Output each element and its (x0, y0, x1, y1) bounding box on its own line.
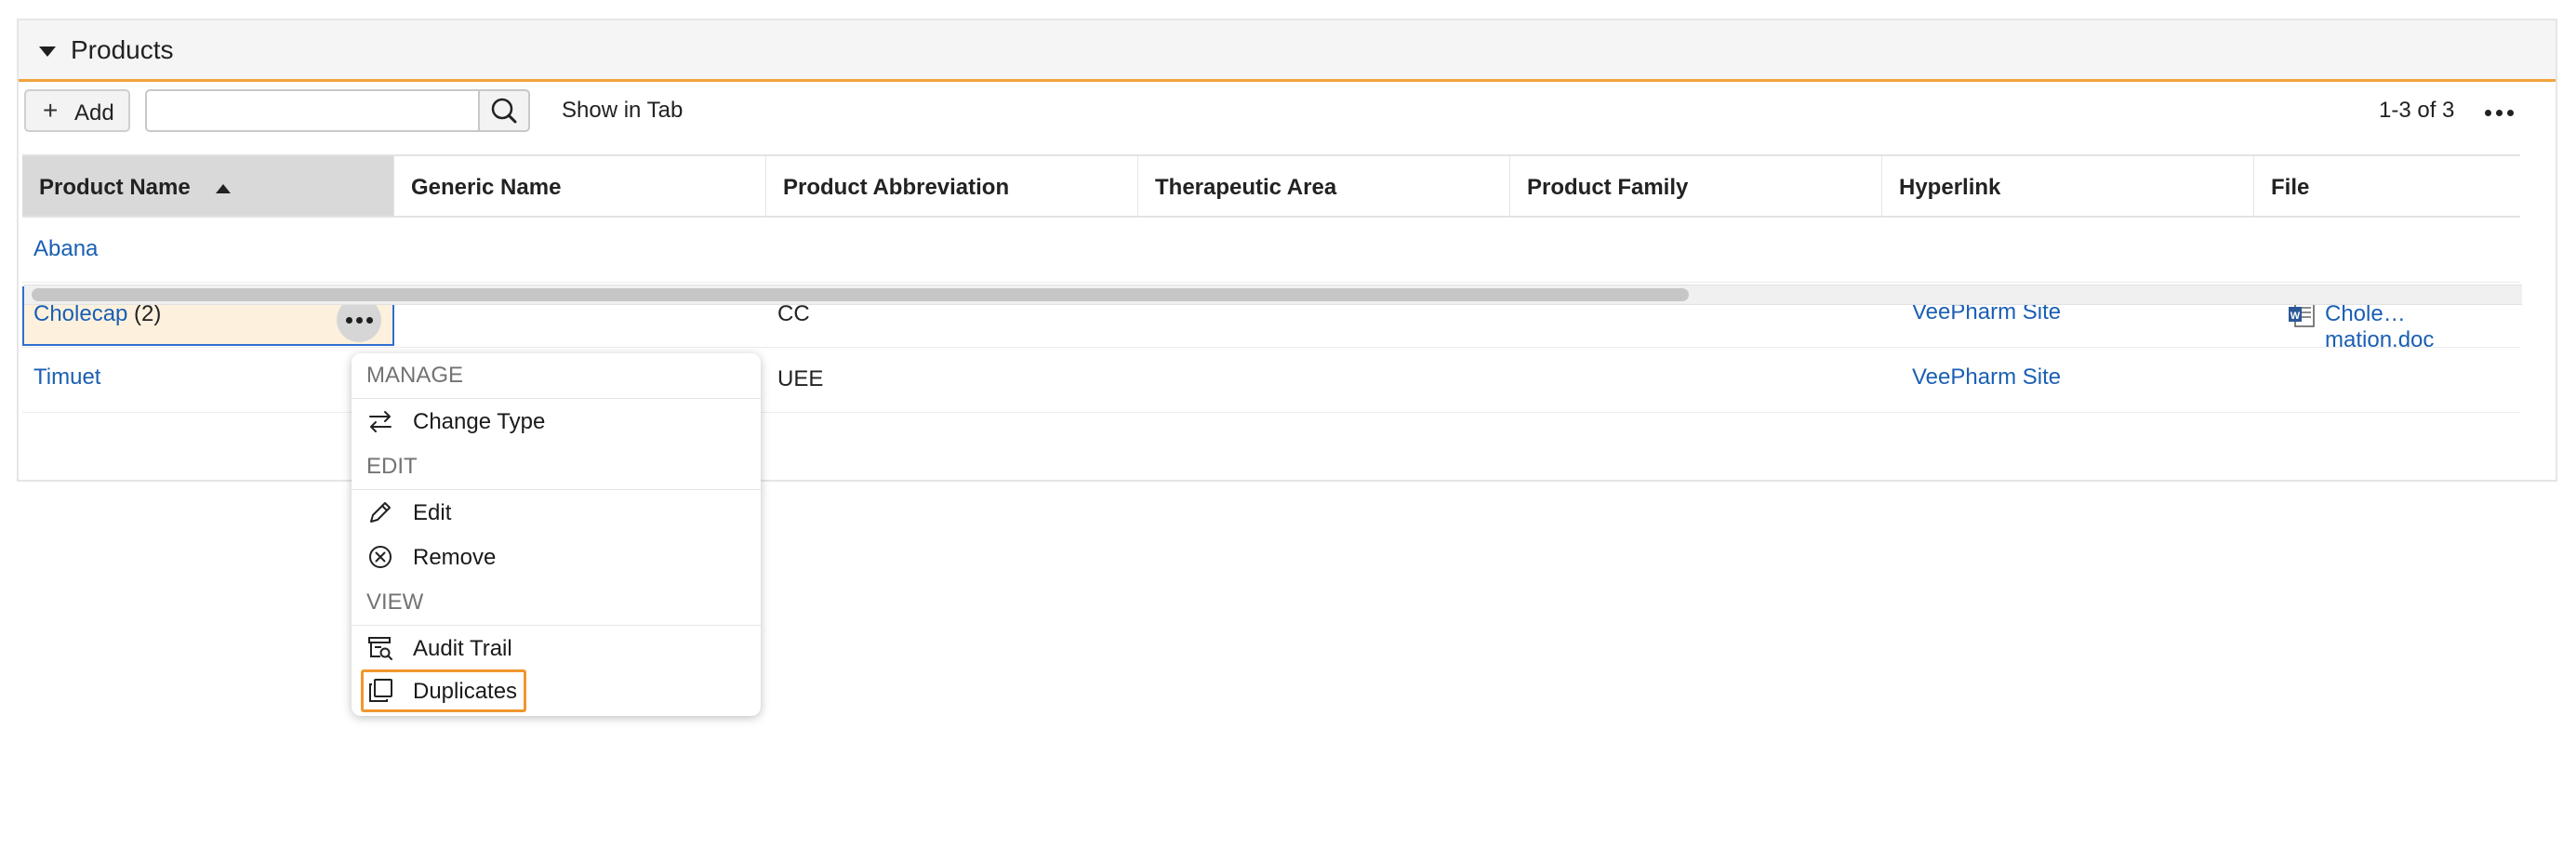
column-header-generic-name[interactable]: Generic Name (394, 156, 766, 216)
menu-item-label: Change Type (413, 409, 546, 434)
audit-trail-menu-item[interactable]: Audit Trail (352, 627, 761, 669)
product-name-link[interactable]: Timuet (33, 364, 100, 391)
menu-divider (352, 489, 761, 490)
record-count: 1-3 of 3 (2379, 98, 2455, 123)
menu-item-label: Duplicates (413, 679, 518, 704)
column-header-label: Hyperlink (1899, 175, 2001, 200)
column-header-file[interactable]: File (2254, 156, 2520, 216)
table-row: Abana (22, 218, 2520, 283)
column-header-label: File (2271, 175, 2310, 200)
remove-circle-icon (369, 546, 392, 568)
remove-menu-item[interactable]: Remove (352, 536, 761, 578)
table-header: Product Name Generic Name Product Abbrev… (22, 154, 2520, 218)
show-in-tab-link[interactable]: Show in Tab (562, 98, 683, 124)
column-header-label: Product Name (39, 175, 191, 200)
column-header-label: Therapeutic Area (1155, 175, 1337, 200)
scrollbar-thumb[interactable] (32, 288, 1689, 301)
products-section-header[interactable]: Products (19, 20, 2556, 82)
plus-icon: + (43, 96, 59, 125)
abbreviation-cell: CC (777, 301, 810, 326)
swap-arrows-icon (369, 411, 392, 432)
file-link[interactable]: Chole… mation.doc (2325, 301, 2520, 353)
menu-section-edit: EDIT (366, 454, 418, 479)
menu-section-view: VIEW (366, 589, 424, 615)
menu-section-manage: MANAGE (366, 363, 464, 388)
horizontal-scrollbar[interactable] (24, 285, 2522, 305)
menu-divider (352, 625, 761, 626)
column-header-product-abbreviation[interactable]: Product Abbreviation (766, 156, 1138, 216)
collapse-caret-icon[interactable] (39, 46, 56, 57)
section-title: Products (71, 35, 174, 64)
svg-text:W: W (2291, 311, 2301, 322)
pencil-icon (370, 502, 391, 523)
search-icon (491, 98, 517, 124)
search-input[interactable] (145, 89, 480, 132)
menu-item-label: Audit Trail (413, 636, 512, 661)
product-name-link[interactable]: Cholecap (33, 301, 127, 327)
record-count-badge: (2) (134, 301, 162, 326)
column-header-product-family[interactable]: Product Family (1510, 156, 1882, 216)
search-button[interactable] (478, 89, 530, 132)
column-header-label: Generic Name (411, 175, 562, 200)
product-name-link[interactable]: Abana (33, 236, 98, 262)
more-actions-icon[interactable] (2481, 100, 2518, 125)
add-button[interactable]: + Add (24, 89, 130, 132)
column-header-label: Product Abbreviation (783, 175, 1010, 200)
column-header-label: Product Family (1527, 175, 1689, 200)
menu-item-label: Remove (413, 545, 497, 570)
menu-item-label: Edit (413, 500, 452, 525)
row-actions-menu: MANAGE Change Type EDIT Edit Remove VIEW (352, 353, 761, 716)
edit-menu-item[interactable]: Edit (352, 491, 761, 534)
duplicates-icon (369, 679, 392, 702)
hyperlink-link[interactable]: VeePharm Site (1912, 364, 2061, 391)
duplicates-menu-item[interactable]: Duplicates (352, 669, 761, 712)
column-header-therapeutic-area[interactable]: Therapeutic Area (1138, 156, 1510, 216)
menu-divider (352, 398, 761, 399)
add-button-label: Add (74, 100, 114, 126)
column-header-hyperlink[interactable]: Hyperlink (1882, 156, 2254, 216)
sort-ascending-icon (216, 184, 231, 193)
audit-trail-icon (368, 637, 392, 660)
change-type-menu-item[interactable]: Change Type (352, 400, 761, 443)
abbreviation-cell: UEE (777, 366, 824, 391)
column-header-product-name[interactable]: Product Name (22, 156, 394, 216)
